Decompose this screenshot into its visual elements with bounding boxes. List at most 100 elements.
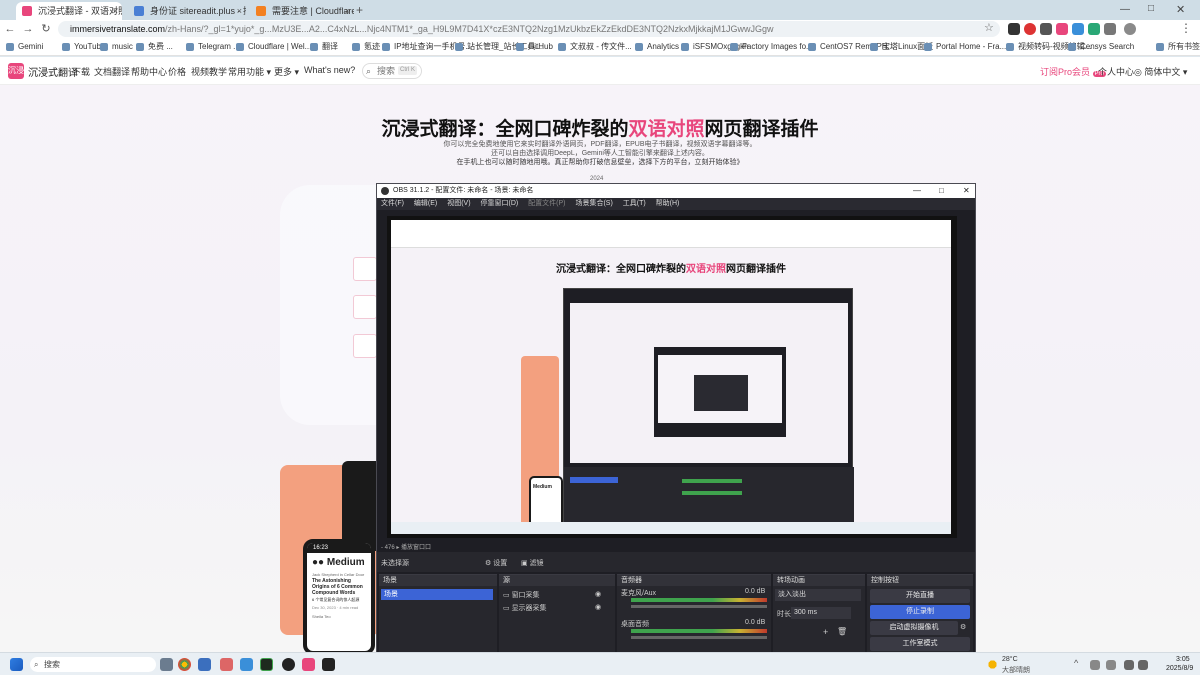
chrome-icon[interactable] xyxy=(178,658,191,671)
app-icon[interactable] xyxy=(220,658,233,671)
duration-input[interactable]: 300 ms xyxy=(791,607,851,619)
bookmark-item[interactable]: 翻译 xyxy=(310,41,338,53)
app-icon[interactable] xyxy=(240,658,253,671)
site-logo[interactable]: 沉浸 xyxy=(8,63,24,79)
close-tab-icon[interactable]: × xyxy=(237,2,242,20)
bookmark-item[interactable]: GitHub xyxy=(516,41,553,53)
close-window-icon[interactable]: ✕ xyxy=(1176,3,1185,16)
extensions-puzzle-icon[interactable] xyxy=(1104,23,1116,35)
extension-icon[interactable] xyxy=(1072,23,1084,35)
app-icon[interactable] xyxy=(198,658,211,671)
clock-time[interactable]: 3:05 xyxy=(1176,656,1190,663)
bookmark-item[interactable]: 免费 ... xyxy=(136,41,173,53)
source-item[interactable]: ▭ 显示器采集 xyxy=(503,603,547,613)
start-virtual-camera-button[interactable]: 启动虚拟摄像机 xyxy=(870,621,958,635)
browser-tab[interactable]: 需要注意 | Cloudflare × xyxy=(250,2,354,20)
obs-maximize-icon[interactable]: □ xyxy=(939,184,944,198)
terminal-icon[interactable] xyxy=(260,658,273,671)
nav-video-tutorials[interactable]: 视频教学 xyxy=(191,65,227,78)
immersive-translate-extension-icon[interactable] xyxy=(1056,23,1068,35)
platform-button[interactable] xyxy=(353,257,377,281)
extension-icon[interactable] xyxy=(1024,23,1036,35)
task-view-icon[interactable] xyxy=(160,658,173,671)
obs-close-icon[interactable]: ✕ xyxy=(963,184,970,198)
extension-icon[interactable] xyxy=(1088,23,1100,35)
obs-menu-docks[interactable]: 停靠窗口(D) xyxy=(481,200,519,207)
forward-arrow-icon[interactable]: → xyxy=(20,21,36,37)
bookmark-item[interactable]: YouTube xyxy=(62,41,105,53)
account-link[interactable]: 个人中心 xyxy=(1098,65,1134,78)
tray-icon[interactable] xyxy=(1106,660,1116,670)
tray-chevron-icon[interactable]: ^ xyxy=(1074,658,1078,668)
site-search-input[interactable]: ⌕ 搜索 Ctrl K xyxy=(362,63,422,79)
obs-menu-help[interactable]: 帮助(H) xyxy=(656,200,680,207)
obs-menu-scene-collection[interactable]: 场景集合(S) xyxy=(575,200,612,207)
filters-button[interactable]: ▣ 滤镜 xyxy=(521,558,544,568)
bookmark-item[interactable]: Gemini xyxy=(6,41,43,53)
weather-temp[interactable]: 28°C xyxy=(1002,656,1018,663)
start-streaming-button[interactable]: 开始直播 xyxy=(870,589,970,603)
nav-whats-new[interactable]: What's new? xyxy=(304,65,355,75)
stop-recording-button[interactable]: 停止录制 xyxy=(870,605,970,619)
subscribe-pro-link[interactable]: 订阅Pro会员 Pro xyxy=(1040,65,1106,78)
bookmark-item[interactable]: Analytics xyxy=(635,41,679,53)
scene-item[interactable]: 场景 xyxy=(381,589,493,600)
browser-tab[interactable]: 身份证 sitereadit.plus - 搜索 × xyxy=(128,2,246,20)
extension-icon[interactable] xyxy=(1040,23,1052,35)
bookmark-item[interactable]: Factory Images fo... xyxy=(730,41,813,53)
network-icon[interactable] xyxy=(1124,660,1134,670)
platform-button[interactable] xyxy=(353,295,377,319)
bookmark-item[interactable]: music xyxy=(100,41,133,53)
browser-tab-active[interactable]: 沉浸式翻译 - 双语对照网页翻... × xyxy=(16,2,122,20)
nav-doc-translate[interactable]: 文档翻译 xyxy=(94,65,130,78)
extension-icon[interactable] xyxy=(1008,23,1020,35)
add-transition-icon[interactable]: + xyxy=(823,627,828,637)
volume-slider[interactable] xyxy=(631,605,767,608)
nav-pricing[interactable]: 价格 xyxy=(168,65,186,78)
profile-avatar[interactable] xyxy=(1124,23,1136,35)
close-tab-icon[interactable]: × xyxy=(113,2,118,20)
studio-mode-button[interactable]: 工作室模式 xyxy=(870,637,970,651)
platform-button[interactable] xyxy=(353,334,377,358)
language-select[interactable]: ◎ 简体中文 ▾ xyxy=(1134,65,1187,78)
windows-start-icon[interactable] xyxy=(10,658,23,671)
browser-menu-icon[interactable]: ⋮ xyxy=(1180,21,1192,35)
visibility-eye-icon[interactable]: ◉ xyxy=(595,590,601,598)
nav-download[interactable]: 下载 xyxy=(72,65,90,78)
maximize-window-icon[interactable]: □ xyxy=(1148,3,1154,14)
obs-menu-tools[interactable]: 工具(T) xyxy=(623,200,646,207)
obs-taskbar-icon[interactable] xyxy=(282,658,295,671)
volume-icon[interactable] xyxy=(1138,660,1148,670)
volume-slider[interactable] xyxy=(631,636,767,639)
obs-minimize-icon[interactable]: — xyxy=(913,184,921,198)
bookmark-item[interactable]: Telegram ... xyxy=(186,41,240,53)
bookmark-item[interactable]: Portal Home - Fra... xyxy=(924,41,1006,53)
obs-menu-view[interactable]: 视图(V) xyxy=(447,200,470,207)
bookmark-star-icon[interactable]: ☆ xyxy=(984,21,994,34)
remove-transition-icon[interactable]: 🗑 xyxy=(837,627,847,636)
tray-icon[interactable] xyxy=(1090,660,1100,670)
obs-preview[interactable]: 沉浸式翻译：全网口碑炸裂的双语对照网页翻译插件 Medium xyxy=(387,216,957,538)
bookmark-item[interactable]: 所有书签 xyxy=(1156,41,1200,53)
taskbar-search[interactable]: ⌕ 搜索 xyxy=(30,657,156,672)
reload-icon[interactable]: ↻ xyxy=(38,21,54,37)
bookmark-item[interactable]: Cloudflare | Wel... xyxy=(236,41,311,53)
obs-menu-edit[interactable]: 编辑(E) xyxy=(414,200,437,207)
nav-more[interactable]: 更多 ▾ xyxy=(274,65,299,78)
transition-select[interactable]: 淡入淡出 xyxy=(775,589,861,601)
minimize-window-icon[interactable]: — xyxy=(1120,4,1130,15)
obs-menu-profile[interactable]: 配置文件(P) xyxy=(528,200,565,207)
new-tab-button[interactable]: + xyxy=(356,3,363,17)
address-bar[interactable]: immersivetranslate.com/zh-Hans/?_gl=1*yu… xyxy=(58,21,1000,37)
properties-button[interactable]: ⚙ 设置 xyxy=(485,558,507,568)
visibility-eye-icon[interactable]: ◉ xyxy=(595,603,601,611)
close-tab-icon[interactable]: × xyxy=(345,2,350,20)
bookmark-item[interactable]: 氪迹 xyxy=(352,41,380,53)
obs-menu-file[interactable]: 文件(F) xyxy=(381,200,404,207)
brand-name[interactable]: 沉浸式翻译 xyxy=(28,64,78,79)
nav-common-features[interactable]: 常用功能 ▾ xyxy=(228,65,271,78)
source-item[interactable]: ▭ 窗口采集 xyxy=(503,590,540,600)
bookmark-item[interactable]: Censys Search xyxy=(1068,41,1134,53)
app-icon[interactable] xyxy=(322,658,335,671)
virtual-camera-settings-icon[interactable]: ⚙ xyxy=(960,623,966,631)
